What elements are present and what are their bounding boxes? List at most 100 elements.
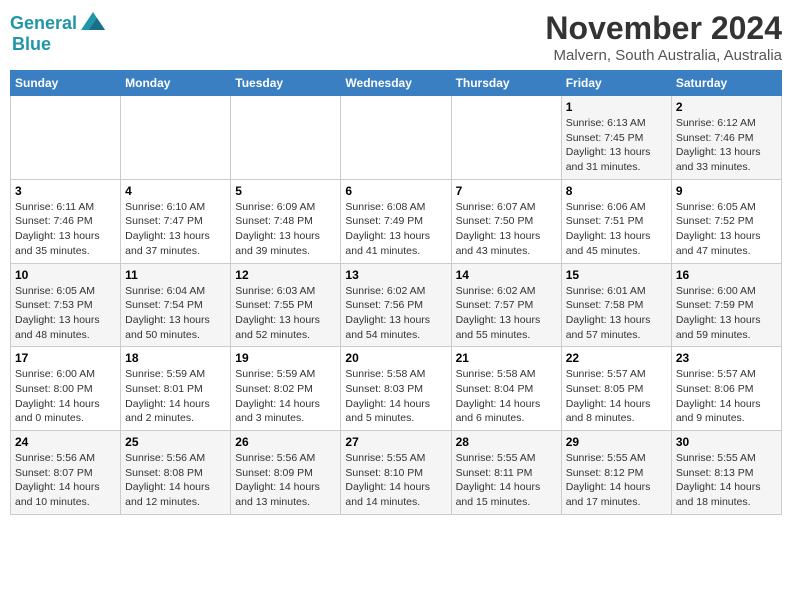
day-info: Sunrise: 6:02 AM Sunset: 7:57 PM Dayligh… (456, 284, 557, 343)
day-number: 30 (676, 435, 777, 449)
calendar-table: SundayMondayTuesdayWednesdayThursdayFrid… (10, 70, 782, 515)
calendar-cell: 27 Sunrise: 5:55 AM Sunset: 8:10 PM Dayli… (341, 431, 451, 515)
title-block: November 2024 Malvern, South Australia, … (545, 10, 782, 64)
day-info: Sunrise: 6:00 AM Sunset: 8:00 PM Dayligh… (15, 367, 116, 426)
day-number: 25 (125, 435, 226, 449)
calendar-cell: 16 Sunrise: 6:00 AM Sunset: 7:59 PM Dayli… (671, 263, 781, 347)
calendar-cell: 30 Sunrise: 5:55 AM Sunset: 8:13 PM Dayli… (671, 431, 781, 515)
calendar-week-row: 10Sunrise: 6:05 AM Sunset: 7:53 PM Dayli… (11, 263, 782, 347)
day-info: Sunrise: 6:08 AM Sunset: 7:49 PM Dayligh… (345, 200, 446, 259)
day-info: Sunrise: 6:11 AM Sunset: 7:46 PM Dayligh… (15, 200, 116, 259)
calendar-cell: 6Sunrise: 6:08 AM Sunset: 7:49 PM Daylig… (341, 179, 451, 263)
calendar-cell: 18 Sunrise: 5:59 AM Sunset: 8:01 PM Dayli… (121, 347, 231, 431)
calendar-cell: 7 Sunrise: 6:07 AM Sunset: 7:50 PM Daylig… (451, 179, 561, 263)
day-number: 4 (125, 184, 226, 198)
calendar-week-row: 3 Sunrise: 6:11 AM Sunset: 7:46 PM Daylig… (11, 179, 782, 263)
calendar-week-row: 24Sunrise: 5:56 AM Sunset: 8:07 PM Dayli… (11, 431, 782, 515)
day-number: 14 (456, 268, 557, 282)
calendar-cell: 28 Sunrise: 5:55 AM Sunset: 8:11 PM Dayli… (451, 431, 561, 515)
day-info: Sunrise: 5:55 AM Sunset: 8:11 PM Dayligh… (456, 451, 557, 510)
day-number: 23 (676, 351, 777, 365)
calendar-cell: 13 Sunrise: 6:02 AM Sunset: 7:56 PM Dayli… (341, 263, 451, 347)
calendar-week-row: 17Sunrise: 6:00 AM Sunset: 8:00 PM Dayli… (11, 347, 782, 431)
day-number: 21 (456, 351, 557, 365)
logo-text: General (10, 14, 77, 34)
logo-icon (79, 10, 107, 38)
day-info: Sunrise: 5:56 AM Sunset: 8:09 PM Dayligh… (235, 451, 336, 510)
calendar-cell: 10Sunrise: 6:05 AM Sunset: 7:53 PM Dayli… (11, 263, 121, 347)
day-number: 20 (345, 351, 446, 365)
calendar-cell: 21 Sunrise: 5:58 AM Sunset: 8:04 PM Dayli… (451, 347, 561, 431)
weekday-header-sunday: Sunday (11, 71, 121, 96)
location-title: Malvern, South Australia, Australia (545, 47, 782, 64)
calendar-cell: 29Sunrise: 5:55 AM Sunset: 8:12 PM Dayli… (561, 431, 671, 515)
day-info: Sunrise: 5:56 AM Sunset: 8:07 PM Dayligh… (15, 451, 116, 510)
day-number: 22 (566, 351, 667, 365)
day-info: Sunrise: 6:05 AM Sunset: 7:52 PM Dayligh… (676, 200, 777, 259)
calendar-cell (341, 96, 451, 180)
day-number: 5 (235, 184, 336, 198)
calendar-cell: 22Sunrise: 5:57 AM Sunset: 8:05 PM Dayli… (561, 347, 671, 431)
day-info: Sunrise: 6:06 AM Sunset: 7:51 PM Dayligh… (566, 200, 667, 259)
day-info: Sunrise: 6:09 AM Sunset: 7:48 PM Dayligh… (235, 200, 336, 259)
day-number: 19 (235, 351, 336, 365)
day-info: Sunrise: 5:55 AM Sunset: 8:13 PM Dayligh… (676, 451, 777, 510)
day-info: Sunrise: 6:04 AM Sunset: 7:54 PM Dayligh… (125, 284, 226, 343)
calendar-cell: 14 Sunrise: 6:02 AM Sunset: 7:57 PM Dayli… (451, 263, 561, 347)
weekday-header-thursday: Thursday (451, 71, 561, 96)
calendar-week-row: 1Sunrise: 6:13 AM Sunset: 7:45 PM Daylig… (11, 96, 782, 180)
calendar-cell: 1Sunrise: 6:13 AM Sunset: 7:45 PM Daylig… (561, 96, 671, 180)
day-number: 9 (676, 184, 777, 198)
weekday-header-monday: Monday (121, 71, 231, 96)
day-info: Sunrise: 5:56 AM Sunset: 8:08 PM Dayligh… (125, 451, 226, 510)
calendar-cell: 20 Sunrise: 5:58 AM Sunset: 8:03 PM Dayli… (341, 347, 451, 431)
day-info: Sunrise: 5:59 AM Sunset: 8:01 PM Dayligh… (125, 367, 226, 426)
calendar-cell: 25 Sunrise: 5:56 AM Sunset: 8:08 PM Dayli… (121, 431, 231, 515)
weekday-header-row: SundayMondayTuesdayWednesdayThursdayFrid… (11, 71, 782, 96)
day-number: 28 (456, 435, 557, 449)
day-number: 29 (566, 435, 667, 449)
month-title: November 2024 (545, 10, 782, 47)
calendar-cell: 3 Sunrise: 6:11 AM Sunset: 7:46 PM Daylig… (11, 179, 121, 263)
day-number: 26 (235, 435, 336, 449)
calendar-cell (451, 96, 561, 180)
day-info: Sunrise: 6:03 AM Sunset: 7:55 PM Dayligh… (235, 284, 336, 343)
calendar-cell: 4Sunrise: 6:10 AM Sunset: 7:47 PM Daylig… (121, 179, 231, 263)
day-info: Sunrise: 5:55 AM Sunset: 8:10 PM Dayligh… (345, 451, 446, 510)
calendar-cell: 17Sunrise: 6:00 AM Sunset: 8:00 PM Dayli… (11, 347, 121, 431)
calendar-cell: 9 Sunrise: 6:05 AM Sunset: 7:52 PM Daylig… (671, 179, 781, 263)
day-info: Sunrise: 5:58 AM Sunset: 8:03 PM Dayligh… (345, 367, 446, 426)
day-info: Sunrise: 6:07 AM Sunset: 7:50 PM Dayligh… (456, 200, 557, 259)
day-info: Sunrise: 6:12 AM Sunset: 7:46 PM Dayligh… (676, 116, 777, 175)
weekday-header-wednesday: Wednesday (341, 71, 451, 96)
day-number: 3 (15, 184, 116, 198)
day-info: Sunrise: 6:05 AM Sunset: 7:53 PM Dayligh… (15, 284, 116, 343)
calendar-cell: 24Sunrise: 5:56 AM Sunset: 8:07 PM Dayli… (11, 431, 121, 515)
day-number: 15 (566, 268, 667, 282)
calendar-cell: 11 Sunrise: 6:04 AM Sunset: 7:54 PM Dayli… (121, 263, 231, 347)
day-number: 18 (125, 351, 226, 365)
day-info: Sunrise: 6:00 AM Sunset: 7:59 PM Dayligh… (676, 284, 777, 343)
calendar-cell: 19Sunrise: 5:59 AM Sunset: 8:02 PM Dayli… (231, 347, 341, 431)
weekday-header-friday: Friday (561, 71, 671, 96)
logo: General Blue (10, 10, 107, 55)
day-number: 27 (345, 435, 446, 449)
page-header: General Blue November 2024 Malvern, Sout… (10, 10, 782, 64)
day-number: 11 (125, 268, 226, 282)
day-number: 13 (345, 268, 446, 282)
day-number: 16 (676, 268, 777, 282)
weekday-header-saturday: Saturday (671, 71, 781, 96)
calendar-cell: 12Sunrise: 6:03 AM Sunset: 7:55 PM Dayli… (231, 263, 341, 347)
day-number: 2 (676, 100, 777, 114)
day-info: Sunrise: 6:01 AM Sunset: 7:58 PM Dayligh… (566, 284, 667, 343)
calendar-cell (11, 96, 121, 180)
day-info: Sunrise: 6:13 AM Sunset: 7:45 PM Dayligh… (566, 116, 667, 175)
day-number: 7 (456, 184, 557, 198)
calendar-cell: 2 Sunrise: 6:12 AM Sunset: 7:46 PM Daylig… (671, 96, 781, 180)
day-info: Sunrise: 5:58 AM Sunset: 8:04 PM Dayligh… (456, 367, 557, 426)
calendar-cell: 15 Sunrise: 6:01 AM Sunset: 7:58 PM Dayli… (561, 263, 671, 347)
calendar-cell (231, 96, 341, 180)
day-info: Sunrise: 6:02 AM Sunset: 7:56 PM Dayligh… (345, 284, 446, 343)
calendar-cell: 5 Sunrise: 6:09 AM Sunset: 7:48 PM Daylig… (231, 179, 341, 263)
weekday-header-tuesday: Tuesday (231, 71, 341, 96)
